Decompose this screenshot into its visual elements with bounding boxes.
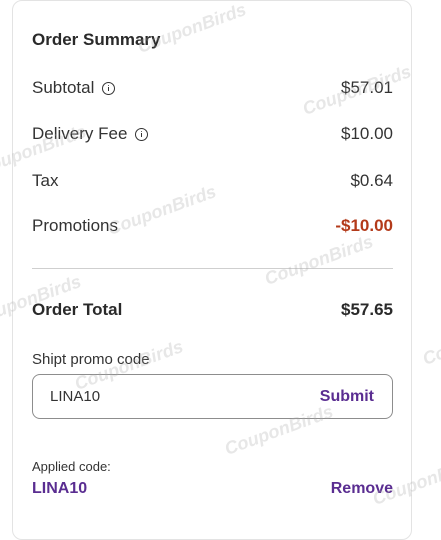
subtotal-row: Subtotal $57.01 [32, 76, 393, 100]
delivery-fee-row: Delivery Fee $10.00 [32, 122, 393, 146]
info-icon[interactable] [135, 127, 149, 141]
promotions-label: Promotions [32, 216, 118, 235]
delivery-fee-label-group: Delivery Fee [32, 124, 149, 144]
order-summary-title: Order Summary [32, 30, 161, 49]
order-total-label: Order Total [32, 300, 123, 319]
info-icon[interactable] [102, 81, 116, 95]
delivery-fee-value: $10.00 [341, 124, 393, 143]
tax-value: $0.64 [350, 171, 393, 190]
order-total-row: Order Total $57.65 [32, 298, 393, 322]
tax-label: Tax [32, 171, 59, 190]
applied-code-value: LINA10 [32, 480, 88, 497]
order-total-value: $57.65 [341, 300, 393, 319]
promo-code-input[interactable] [50, 388, 250, 405]
tax-row: Tax $0.64 [32, 169, 393, 193]
watermark: CouponBirds [419, 311, 441, 369]
subtotal-label-group: Subtotal [32, 78, 116, 98]
delivery-fee-label: Delivery Fee [32, 124, 128, 143]
promo-code-label: Shipt promo code [32, 351, 150, 368]
promo-code-field: Submit [32, 374, 393, 419]
promotions-value: -$10.00 [335, 216, 393, 235]
remove-button[interactable]: Remove [331, 480, 393, 498]
subtotal-value: $57.01 [341, 78, 393, 97]
applied-code-label: Applied code: [32, 459, 111, 474]
subtotal-label: Subtotal [32, 78, 95, 97]
promotions-row: Promotions -$10.00 [32, 214, 393, 238]
summary-divider [32, 268, 393, 269]
submit-button[interactable]: Submit [320, 388, 374, 406]
